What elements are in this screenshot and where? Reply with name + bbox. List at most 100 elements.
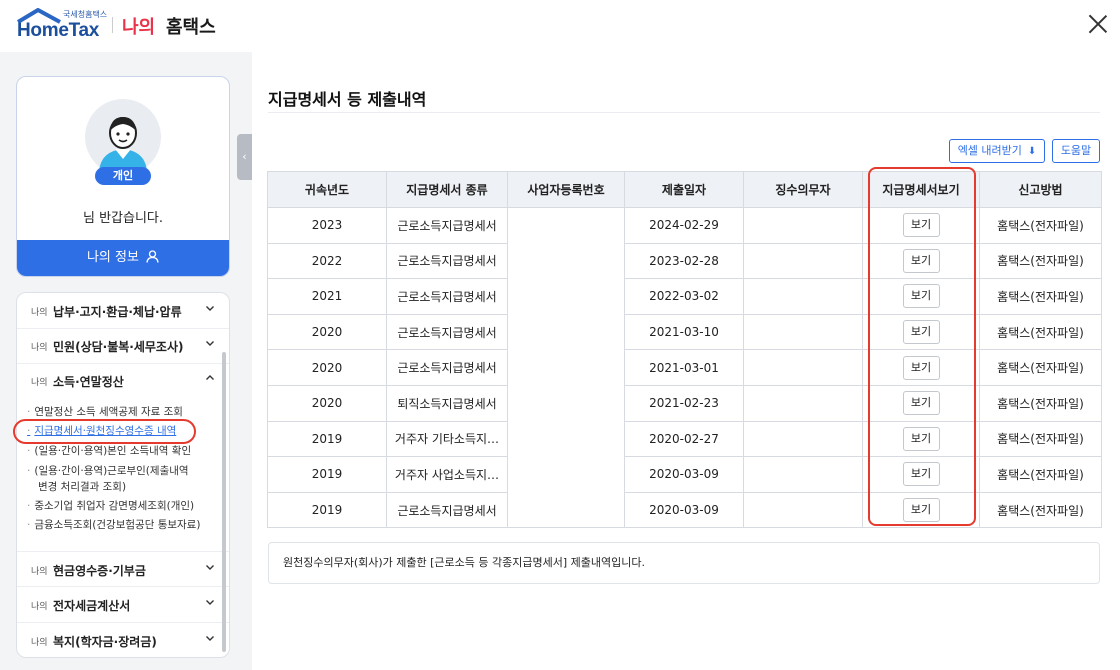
method-cell: 홈택스(전자파일) (979, 242, 1102, 280)
biz-number-cell (507, 243, 625, 279)
sidebar-menu: 나의 납부·고지·환급·체납·압류 나의 민원(상담·불복·세무조사) 나의 소… (16, 292, 230, 658)
table-row: 2022 근로소득지급명세서 2023-02-28 보기 홈택스(전자파일) (267, 242, 1102, 280)
withholder-cell (743, 313, 863, 351)
sidebar-collapse-button[interactable]: ‹ (237, 134, 252, 180)
method-cell: 홈택스(전자파일) (979, 207, 1102, 244)
biz-number-cell (507, 456, 625, 493)
year-cell: 2020 (267, 313, 387, 351)
withholder-cell (743, 278, 863, 315)
chevron-down-icon (206, 636, 214, 641)
biz-number-cell (507, 278, 625, 315)
avatar (85, 99, 161, 175)
year-cell: 2019 (267, 456, 387, 493)
date-cell: 2020-02-27 (624, 420, 744, 458)
sidebar-item-label: 민원(상담·불복·세무조사) (53, 340, 184, 354)
sidebar: 개인 님 반갑습니다. 나의 정보 ‹ 나의 납부·고지·환급·체납·압류 나의… (0, 52, 252, 670)
type-cell: 근로소득지급명세서 (386, 207, 508, 244)
method-cell: 홈택스(전자파일) (979, 420, 1102, 458)
withholder-cell (743, 349, 863, 386)
submenu-item[interactable]: · 금융소득조회(건강보험공단 통보자료) (27, 517, 200, 532)
column-header: 지급명세서 종류 (386, 171, 508, 208)
download-icon: ⬇ (1027, 146, 1037, 157)
table-row: 2019 근로소득지급명세서 2020-03-09 보기 홈택스(전자파일) (267, 491, 1102, 529)
greeting-text: 님 반갑습니다. (82, 211, 164, 226)
submenu-item[interactable]: · (일용·간이·용역)근로부인(제출내역 (27, 463, 189, 478)
sidebar-item-civil[interactable]: 나의 민원(상담·불복·세무조사) (17, 328, 229, 364)
header-bar: 국세청홈택스 HomeTax 나의 홈택스 (0, 0, 1120, 52)
sidebar-scrollbar[interactable] (222, 352, 226, 652)
menu-prefix: 나의 (31, 567, 48, 577)
column-header: 사업자등록번호 (507, 171, 625, 208)
biz-number-cell (507, 314, 625, 350)
withholder-cell (743, 242, 863, 280)
chevron-down-icon (206, 341, 214, 346)
year-cell: 2019 (267, 420, 387, 458)
column-header: 제출일자 (624, 171, 744, 208)
type-cell: 근로소득지급명세서 (386, 349, 508, 386)
logo-wordmark: HomeTax (17, 20, 100, 41)
date-cell: 2023-02-28 (624, 242, 744, 280)
excel-download-button[interactable]: 엑셀 내려받기 ⬇ (949, 139, 1045, 163)
chevron-left-icon: ‹ (242, 150, 247, 163)
info-text: 원천징수의무자(회사)가 제출한 [근로소득 등 각종지급명세서] 제출내역입니… (283, 556, 645, 569)
table-row: 2020 퇴직소득지급명세서 2021-02-23 보기 홈택스(전자파일) (267, 384, 1102, 422)
withholder-cell (743, 384, 863, 422)
submenu-item[interactable]: · 중소기업 취업자 감면명세조회(개인) (27, 498, 194, 513)
type-cell: 근로소득지급명세서 (386, 313, 508, 351)
menu-prefix: 나의 (31, 638, 48, 648)
column-header: 징수의무자 (743, 171, 863, 208)
help-button[interactable]: 도움말 (1052, 139, 1100, 163)
chevron-up-icon (206, 375, 214, 380)
method-cell: 홈택스(전자파일) (979, 278, 1102, 315)
type-cell: 거주자 기타소득지… (386, 420, 508, 458)
close-icon[interactable] (1088, 14, 1108, 34)
menu-prefix: 나의 (31, 602, 48, 612)
sidebar-item-payment[interactable]: 나의 납부·고지·환급·체납·압류 (17, 293, 229, 329)
withholder-cell (743, 456, 863, 493)
submenu-item[interactable]: · 연말정산 소득 세액공제 자료 조회 (27, 404, 183, 419)
logo-subtitle: 국세청홈택스 (63, 10, 108, 19)
method-cell: 홈택스(전자파일) (979, 349, 1102, 386)
date-cell: 2022-03-02 (624, 278, 744, 315)
sidebar-item-welfare[interactable]: 나의 복지(학자금·장려금) (17, 623, 229, 657)
modal-window: 국세청홈택스 HomeTax 나의 홈택스 개인 님 반갑습니다. 나의 정보 … (0, 0, 1120, 670)
year-cell: 2022 (267, 242, 387, 280)
date-cell: 2021-02-23 (624, 384, 744, 422)
table-header-row: 귀속년도 지급명세서 종류 사업자등록번호 제출일자 징수의무자 지급명세서보기… (267, 171, 1102, 208)
type-cell: 근로소득지급명세서 (386, 491, 508, 529)
menu-prefix: 나의 (31, 343, 48, 353)
sidebar-item-label: 소득·연말정산 (53, 375, 124, 389)
hometax-label: 홈택스 (166, 17, 216, 38)
my-info-button[interactable]: 나의 정보 (17, 240, 229, 276)
biz-number-cell (507, 385, 625, 422)
sidebar-item-einvoice[interactable]: 나의 전자세금계산서 (17, 587, 229, 623)
withholder-cell (743, 207, 863, 244)
method-cell: 홈택스(전자파일) (979, 384, 1102, 422)
date-cell: 2024-02-29 (624, 207, 744, 244)
date-cell: 2021-03-10 (624, 313, 744, 351)
table-row: 2020 근로소득지급명세서 2021-03-10 보기 홈택스(전자파일) (267, 313, 1102, 351)
date-cell: 2021-03-01 (624, 349, 744, 386)
type-cell: 거주자 사업소득지… (386, 456, 508, 493)
logo-divider (112, 17, 113, 33)
profile-card: 개인 님 반갑습니다. 나의 정보 (16, 76, 230, 277)
person-outline-icon (146, 250, 159, 263)
biz-number-cell (507, 492, 625, 529)
type-cell: 근로소득지급명세서 (386, 242, 508, 280)
method-cell: 홈택스(전자파일) (979, 313, 1102, 351)
table-row: 2021 근로소득지급명세서 2022-03-02 보기 홈택스(전자파일) (267, 278, 1102, 315)
chevron-down-icon (206, 565, 214, 570)
submenu-label: 연말정산 소득 세액공제 자료 조회 (34, 406, 183, 418)
withholder-cell (743, 491, 863, 529)
table-row: 2023 근로소득지급명세서 2024-02-29 보기 홈택스(전자파일) (267, 207, 1102, 244)
column-header: 신고방법 (979, 171, 1102, 208)
sidebar-item-receipt[interactable]: 나의 현금영수증·기부금 (17, 551, 229, 587)
submenu-item[interactable]: · (일용·간이·용역)본인 소득내역 확인 (27, 443, 191, 458)
submenu-label: (일용·간이·용역)근로부인(제출내역 (34, 465, 189, 477)
column-header: 귀속년도 (267, 171, 387, 208)
year-cell: 2021 (267, 278, 387, 315)
my-info-label: 나의 정보 (86, 250, 139, 265)
submenu-item-continued[interactable]: 변경 처리결과 조회) (38, 479, 126, 494)
sidebar-item-income[interactable]: 나의 소득·연말정산 (17, 363, 229, 399)
biz-number-cell (507, 421, 625, 457)
